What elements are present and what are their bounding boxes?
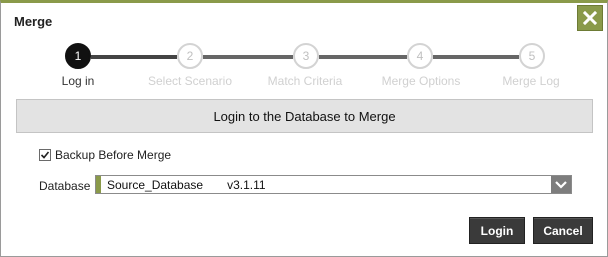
step-4-label: Merge Options — [381, 74, 461, 88]
step-connector — [319, 55, 407, 59]
wizard-stepper: 1 2 3 4 5 Log in Select Scenario Match C… — [1, 41, 608, 93]
backup-option[interactable]: Backup Before Merge — [39, 148, 171, 162]
step-2-circle: 2 — [177, 43, 203, 69]
step-4-circle: 4 — [407, 43, 433, 69]
database-name: Source_Database — [107, 177, 204, 192]
step-5-circle: 5 — [519, 43, 545, 69]
cancel-button[interactable]: Cancel — [533, 217, 593, 244]
close-button[interactable] — [577, 5, 603, 31]
close-icon — [583, 11, 597, 25]
step-3-circle: 3 — [293, 43, 319, 69]
select-accent — [96, 176, 101, 193]
step-5-label: Merge Log — [502, 74, 560, 88]
step-1-circle: 1 — [65, 43, 91, 69]
dropdown-button[interactable] — [551, 176, 571, 193]
dialog-title: Merge — [14, 14, 53, 29]
step-1-label: Log in — [61, 74, 95, 88]
backup-checkbox[interactable] — [39, 149, 51, 161]
step-3-label: Match Criteria — [267, 74, 343, 88]
chevron-down-icon — [555, 180, 567, 189]
step-connector — [203, 55, 293, 59]
checkmark-icon — [40, 151, 50, 159]
step-connector — [433, 55, 519, 59]
step-connector — [91, 55, 177, 59]
database-label: Database — [39, 179, 91, 193]
database-select[interactable]: Source_Database v3.1.11 — [95, 175, 572, 194]
merge-dialog: Merge 1 2 3 4 5 Log in Select Scenario M… — [0, 0, 608, 257]
login-button[interactable]: Login — [469, 217, 525, 244]
step-2-label: Select Scenario — [147, 74, 233, 88]
backup-label: Backup Before Merge — [55, 148, 172, 162]
database-version: v3.1.11 — [227, 177, 266, 192]
login-banner: Login to the Database to Merge — [16, 99, 593, 133]
